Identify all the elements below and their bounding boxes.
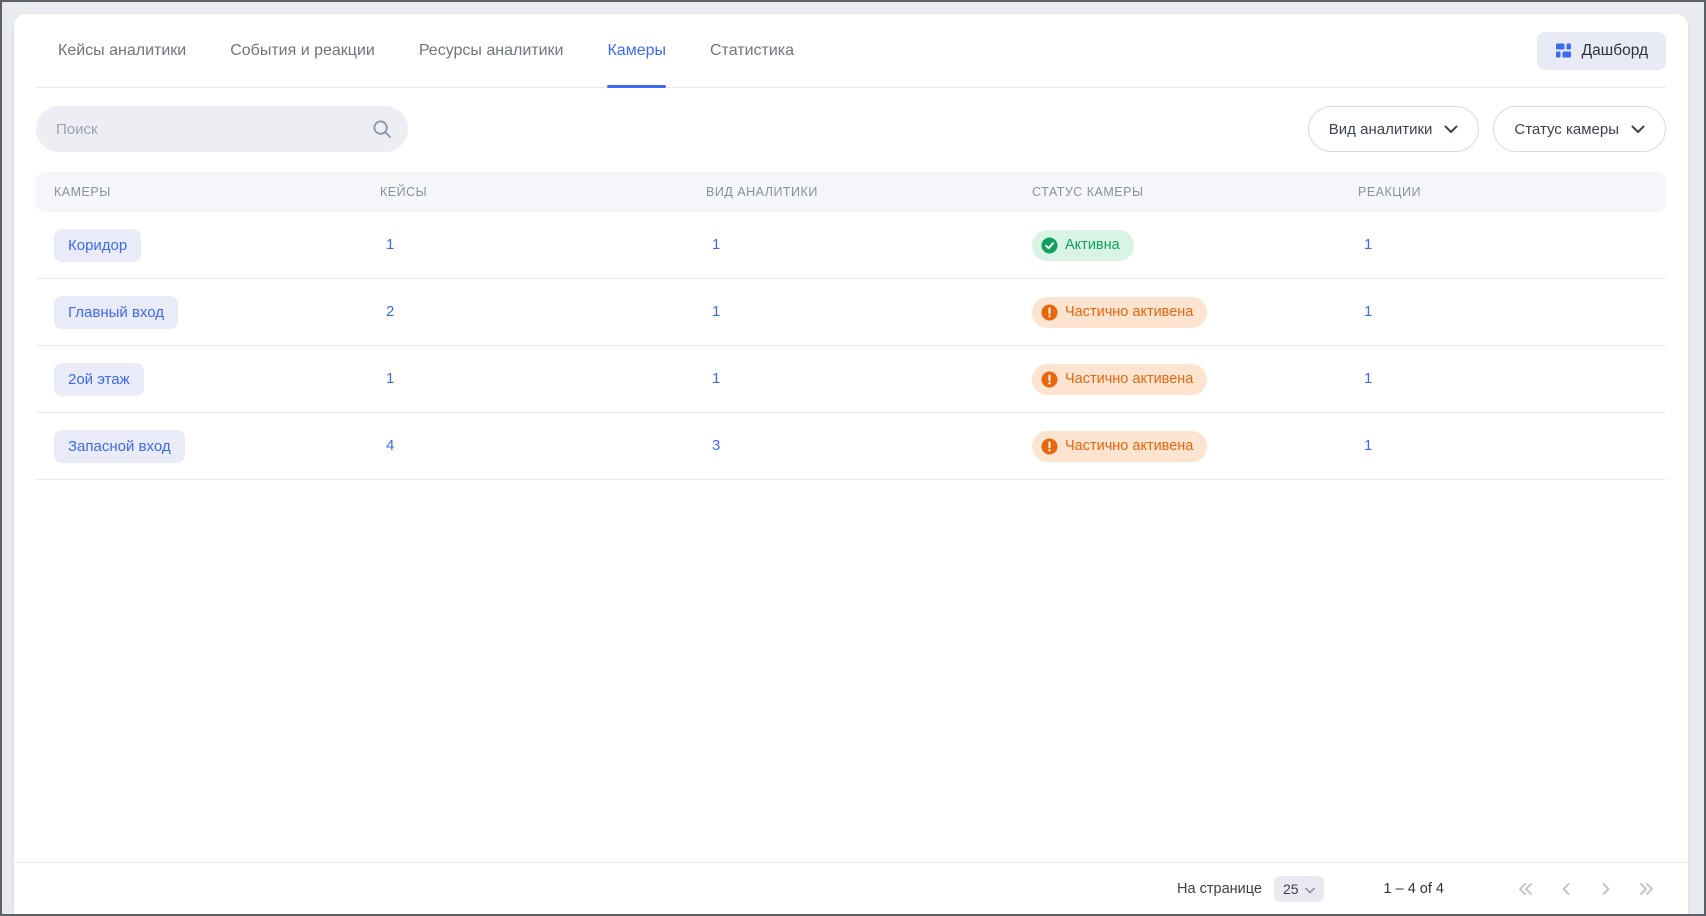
- camera-chip[interactable]: 2ой этаж: [54, 363, 144, 396]
- status-badge: Частично активена: [1032, 364, 1207, 395]
- chevron-down-icon: [1631, 121, 1645, 138]
- tab-bar: Кейсы аналитики События и реакции Ресурс…: [36, 14, 794, 87]
- search-box: [36, 106, 408, 152]
- cases-count-link[interactable]: 1: [380, 236, 394, 253]
- exclamation-circle-icon: [1041, 438, 1058, 455]
- per-page-select[interactable]: 25: [1274, 876, 1324, 902]
- table-row: Коридор 1 1 Активна 1: [36, 212, 1666, 279]
- status-label: Частично активена: [1065, 371, 1193, 387]
- pagination-range: 1 – 4 of 4: [1384, 881, 1444, 897]
- camera-chip[interactable]: Главный вход: [54, 296, 178, 329]
- column-header-camera-status: Статус камеры: [1014, 185, 1340, 199]
- analytics-count-link[interactable]: 1: [706, 303, 720, 320]
- status-badge: Частично активена: [1032, 297, 1207, 328]
- last-page-button[interactable]: [1635, 878, 1658, 900]
- analytics-count-link[interactable]: 1: [706, 370, 720, 387]
- tab-analytics-cases[interactable]: Кейсы аналитики: [58, 14, 186, 87]
- table-row: Запасной вход 4 3 Частично активена 1: [36, 413, 1666, 480]
- table-row: 2ой этаж 1 1 Частично активена 1: [36, 346, 1666, 413]
- tab-cameras[interactable]: Камеры: [607, 14, 666, 87]
- reactions-count-link[interactable]: 1: [1358, 370, 1372, 387]
- table-header: Камеры Кейсы Вид аналитики Статус камеры…: [36, 172, 1666, 212]
- reactions-count-link[interactable]: 1: [1358, 236, 1372, 253]
- pagination-bar: На странице 25 1 – 4 of 4: [14, 862, 1688, 914]
- tab-label: Камеры: [607, 42, 666, 60]
- filter-label: Статус камеры: [1514, 121, 1619, 138]
- tabs-row: Кейсы аналитики События и реакции Ресурс…: [36, 14, 1666, 88]
- camera-chip[interactable]: Запасной вход: [54, 430, 185, 463]
- search-input[interactable]: [36, 106, 408, 152]
- status-badge: Частично активена: [1032, 431, 1207, 462]
- exclamation-circle-icon: [1041, 371, 1058, 388]
- prev-page-button[interactable]: [1555, 878, 1577, 900]
- analytics-count-link[interactable]: 3: [706, 437, 720, 454]
- status-label: Частично активена: [1065, 438, 1193, 454]
- cases-count-link[interactable]: 1: [380, 370, 394, 387]
- filter-camera-status[interactable]: Статус камеры: [1493, 106, 1666, 152]
- column-header-analytics-type: Вид аналитики: [688, 185, 1014, 199]
- dashboard-grid-icon: [1555, 42, 1572, 59]
- first-page-button[interactable]: [1514, 878, 1537, 900]
- reactions-count-link[interactable]: 1: [1358, 303, 1372, 320]
- next-page-button[interactable]: [1595, 878, 1617, 900]
- content-panel: Кейсы аналитики События и реакции Ресурс…: [14, 14, 1688, 914]
- status-label: Активна: [1065, 237, 1120, 253]
- chevron-down-icon: [1444, 121, 1458, 138]
- analytics-count-link[interactable]: 1: [706, 236, 720, 253]
- tab-label: Статистика: [710, 42, 794, 60]
- chevron-down-icon: [1305, 881, 1315, 897]
- toolbar: Вид аналитики Статус камеры: [36, 106, 1666, 152]
- tab-label: Кейсы аналитики: [58, 42, 186, 60]
- table-row: Главный вход 2 1 Частично активена 1: [36, 279, 1666, 346]
- tab-events-reactions[interactable]: События и реакции: [230, 14, 375, 87]
- filter-label: Вид аналитики: [1329, 121, 1433, 138]
- reactions-count-link[interactable]: 1: [1358, 437, 1372, 454]
- check-circle-icon: [1041, 237, 1058, 254]
- status-label: Частично активена: [1065, 304, 1193, 320]
- cases-count-link[interactable]: 4: [380, 437, 394, 454]
- tab-label: Ресурсы аналитики: [419, 42, 564, 60]
- tab-statistics[interactable]: Статистика: [710, 14, 794, 87]
- pager-controls: [1514, 878, 1658, 900]
- cases-count-link[interactable]: 2: [380, 303, 394, 320]
- filter-analytics-type[interactable]: Вид аналитики: [1308, 106, 1480, 152]
- dashboard-button-label: Дашборд: [1582, 42, 1648, 60]
- table-body: Коридор 1 1 Активна 1 Главный вход 2 1: [36, 212, 1666, 480]
- camera-chip[interactable]: Коридор: [54, 229, 141, 262]
- column-header-reactions: Реакции: [1340, 185, 1666, 199]
- per-page-label: На странице: [1177, 881, 1262, 897]
- exclamation-circle-icon: [1041, 304, 1058, 321]
- dashboard-button[interactable]: Дашборд: [1537, 32, 1666, 70]
- per-page-value: 25: [1283, 881, 1299, 897]
- filters: Вид аналитики Статус камеры: [1308, 106, 1666, 152]
- tab-analytics-resources[interactable]: Ресурсы аналитики: [419, 14, 564, 87]
- status-badge: Активна: [1032, 230, 1134, 261]
- tab-label: События и реакции: [230, 42, 375, 60]
- column-header-cases: Кейсы: [362, 185, 688, 199]
- column-header-cameras: Камеры: [36, 185, 362, 199]
